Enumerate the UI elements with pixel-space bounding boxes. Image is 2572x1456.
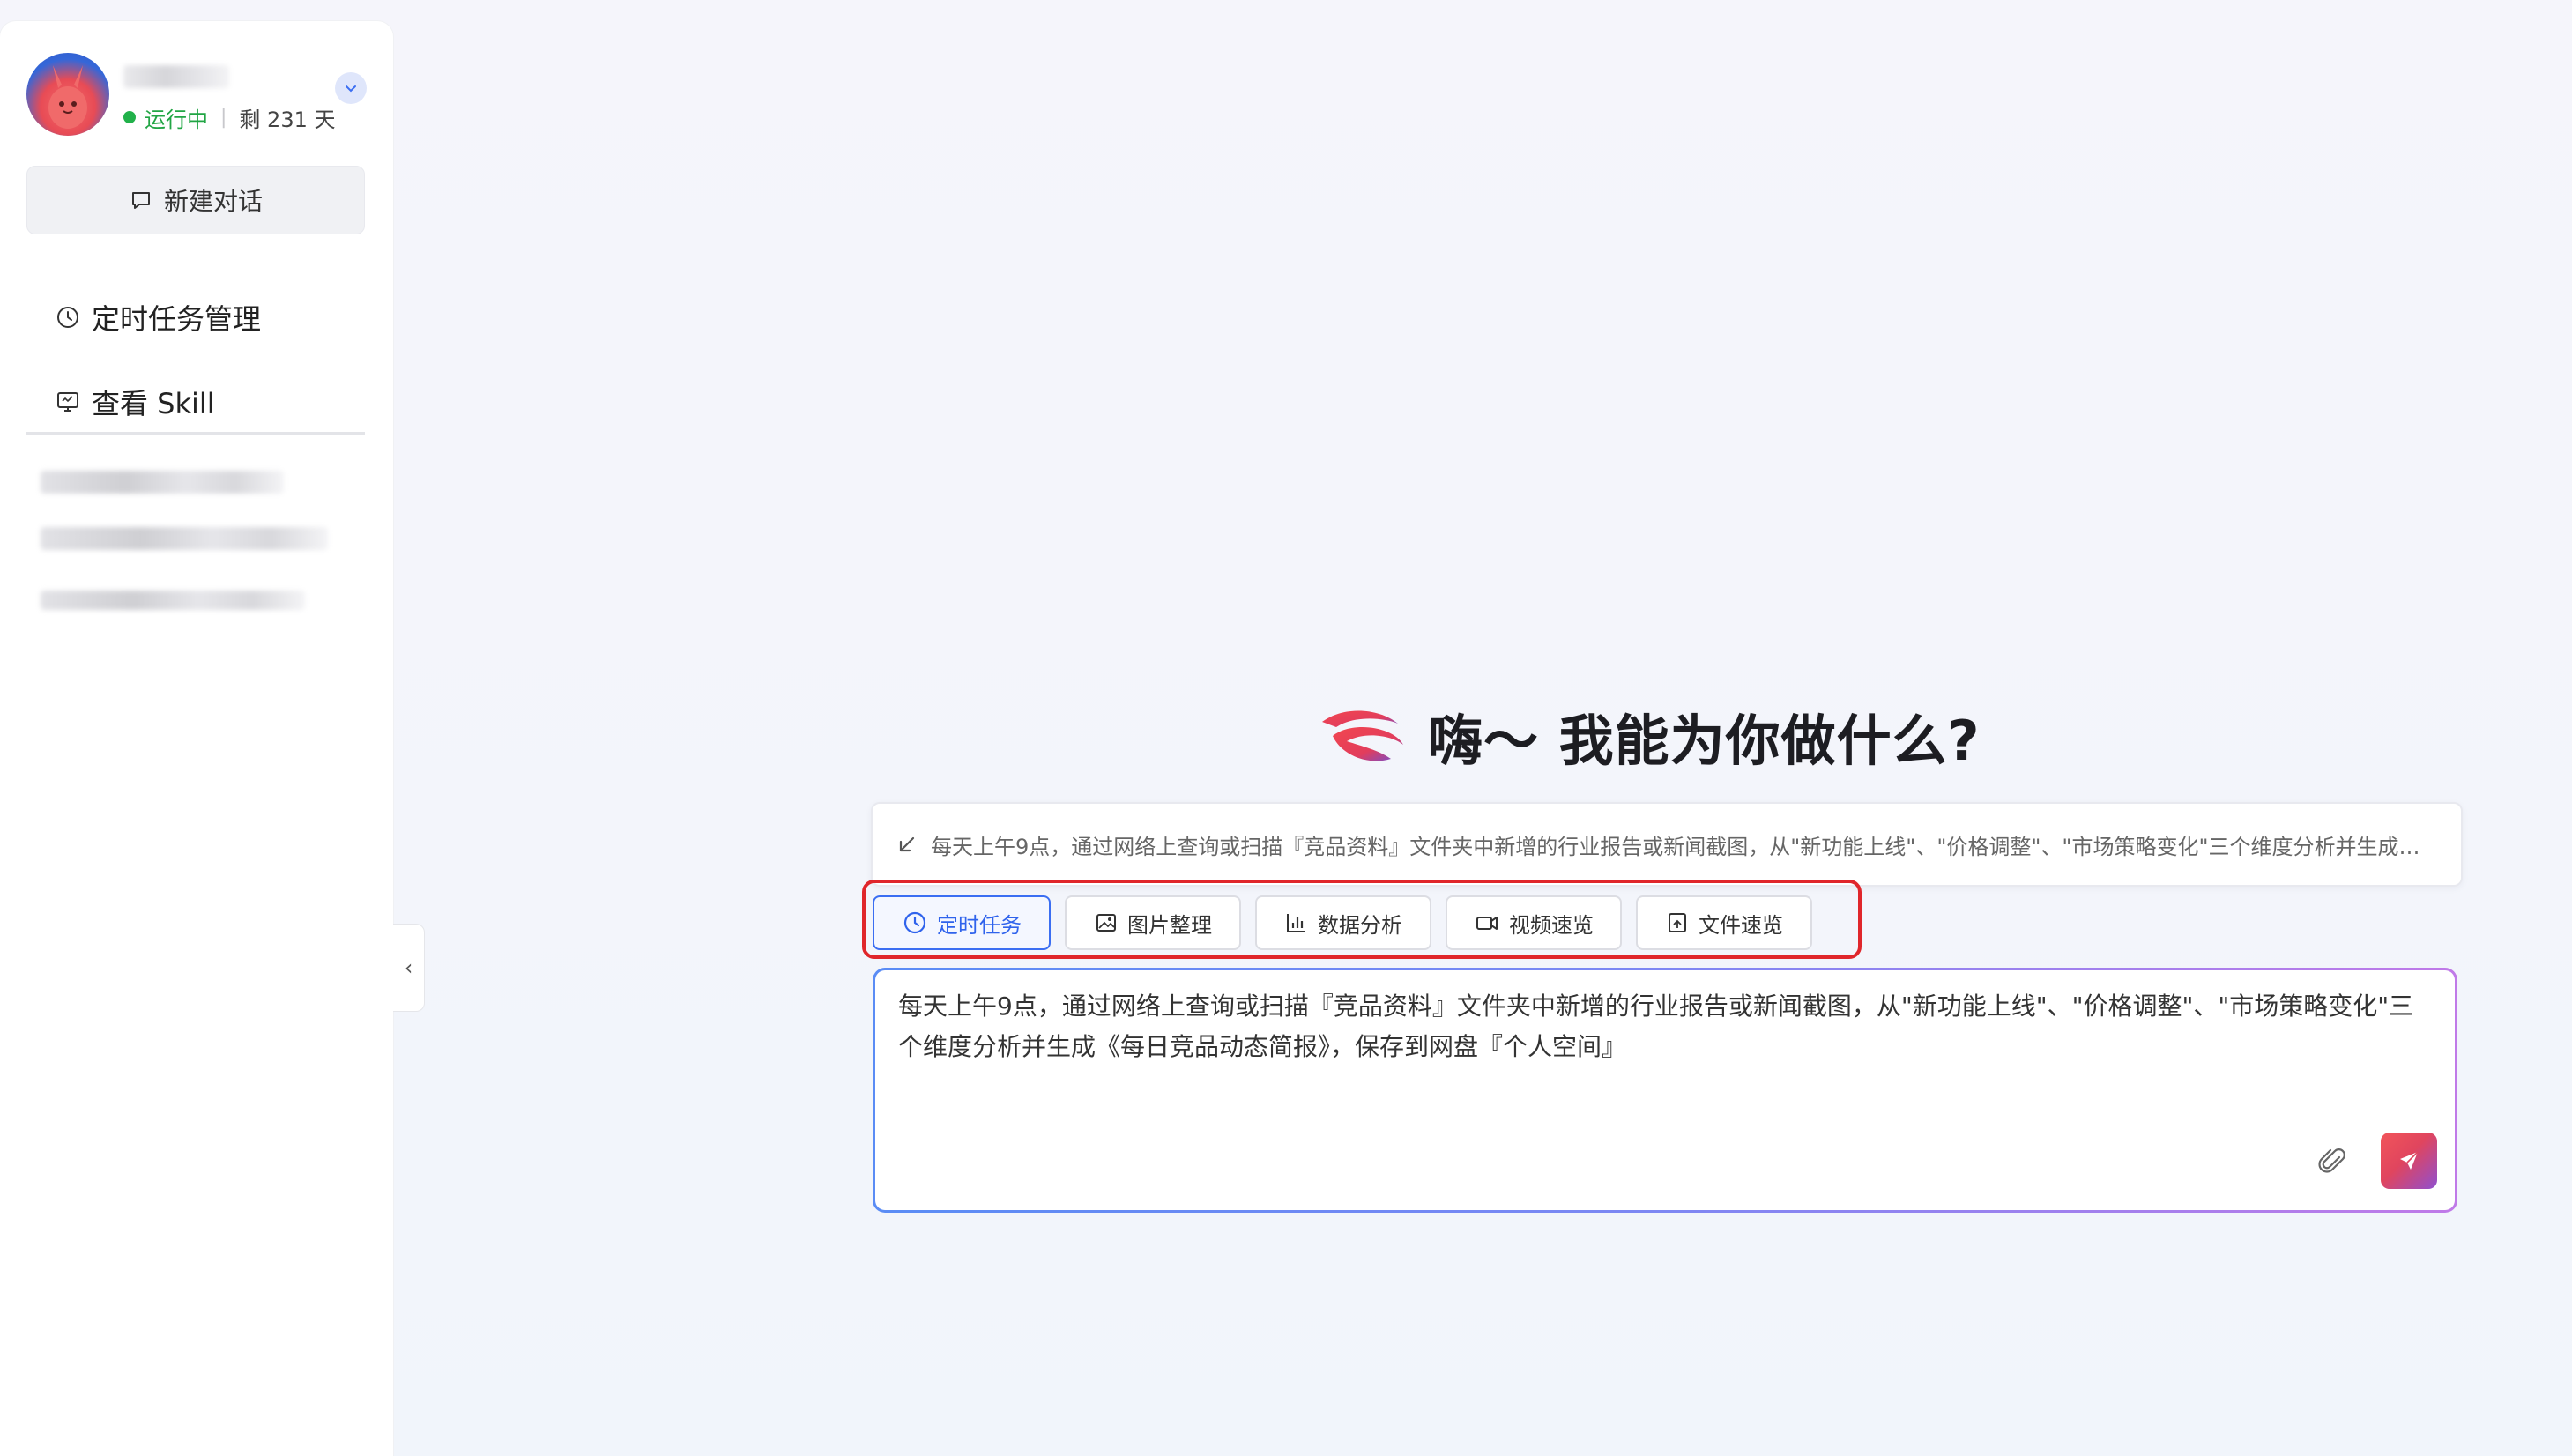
chat-bubble-icon <box>131 192 150 209</box>
avatar[interactable] <box>26 53 109 136</box>
sidebar-item-label: 定时任务管理 <box>92 302 262 336</box>
chip-label: 图片整理 <box>1127 912 1212 938</box>
prompt-suggestion[interactable]: 每天上午9点，通过网络上查询或扫描『竞品资料』文件夹中新增的行业报告或新闻截图，… <box>871 802 2463 887</box>
prompt-input-frame: 每天上午9点，通过网络上查询或扫描『竞品资料』文件夹中新增的行业报告或新闻截图，… <box>873 968 2457 1213</box>
chip-label: 视频速览 <box>1509 912 1594 938</box>
video-icon <box>1476 917 1498 930</box>
status-dot-icon <box>123 111 136 123</box>
greeting: 嗨～ 我能为你做什么? <box>1317 696 1981 776</box>
chip-label: 数据分析 <box>1318 912 1402 938</box>
history-item-redacted[interactable] <box>41 471 284 494</box>
sidebar-item-label: 查看 Skill <box>92 387 215 420</box>
new-chat-button[interactable]: 新建对话 <box>26 166 365 234</box>
chip-data-analysis[interactable]: 数据分析 <box>1255 895 1431 950</box>
sidebar: 运行中 | 剩 231 天 新建对话 定时任务管理 查看 Skill <box>0 21 393 1456</box>
chip-image-organize[interactable]: 图片整理 <box>1065 895 1241 950</box>
paperclip-icon <box>2318 1148 2345 1173</box>
send-button[interactable] <box>2381 1133 2437 1189</box>
bar-chart-icon <box>1287 914 1305 932</box>
new-chat-label: 新建对话 <box>163 187 263 216</box>
chevron-left-icon: ‹ <box>404 955 413 980</box>
chip-label: 定时任务 <box>937 912 1022 938</box>
file-icon <box>1669 913 1686 932</box>
remaining-days-label: 剩 231 天 <box>239 107 336 132</box>
clock-icon <box>903 911 926 934</box>
sidebar-item-view-skill[interactable]: 查看 Skill <box>55 380 215 424</box>
prompt-suggestion-text: 每天上午9点，通过网络上查询或扫描『竞品资料』文件夹中新增的行业报告或新闻截图，… <box>931 834 2438 859</box>
prompt-input-text[interactable]: 每天上午9点，通过网络上查询或扫描『竞品资料』文件夹中新增的行业报告或新闻截图，… <box>898 986 2437 1067</box>
prompt-input[interactable]: 每天上午9点，通过网络上查询或扫描『竞品资料』文件夹中新增的行业报告或新闻截图，… <box>875 970 2455 1210</box>
sidebar-collapse-button[interactable]: ‹ <box>393 924 425 1012</box>
chip-file-preview[interactable]: 文件速览 <box>1636 895 1812 950</box>
status-running-label: 运行中 <box>145 107 208 132</box>
profile-status: 运行中 | 剩 231 天 <box>123 104 336 132</box>
history-item-redacted[interactable] <box>41 591 305 610</box>
chip-scheduled-task[interactable]: 定时任务 <box>873 895 1051 950</box>
chip-video-preview[interactable]: 视频速览 <box>1446 895 1622 950</box>
profile-card: 运行中 | 剩 231 天 <box>26 53 367 141</box>
send-icon <box>2400 1151 2419 1170</box>
status-separator: | <box>220 106 227 129</box>
history-item-redacted[interactable] <box>41 527 328 550</box>
app-window: 运行中 | 剩 231 天 新建对话 定时任务管理 查看 Skill ‹ 嗨～ … <box>0 0 2572 1456</box>
chevron-down-icon <box>346 85 356 93</box>
clock-icon <box>57 307 78 328</box>
image-icon <box>1096 914 1116 932</box>
sidebar-divider <box>26 432 365 435</box>
monitor-icon <box>57 392 78 412</box>
profile-name-redacted <box>123 65 229 88</box>
brand-logo-icon <box>1322 710 1403 761</box>
attach-button[interactable] <box>2312 1141 2354 1184</box>
sidebar-item-scheduled-tasks[interactable]: 定时任务管理 <box>55 295 261 339</box>
chip-label: 文件速览 <box>1699 912 1783 938</box>
arrow-down-left-icon <box>899 836 915 852</box>
greeting-title: 嗨～ 我能为你做什么? <box>1428 709 1981 773</box>
profile-dropdown-button[interactable] <box>335 72 367 104</box>
